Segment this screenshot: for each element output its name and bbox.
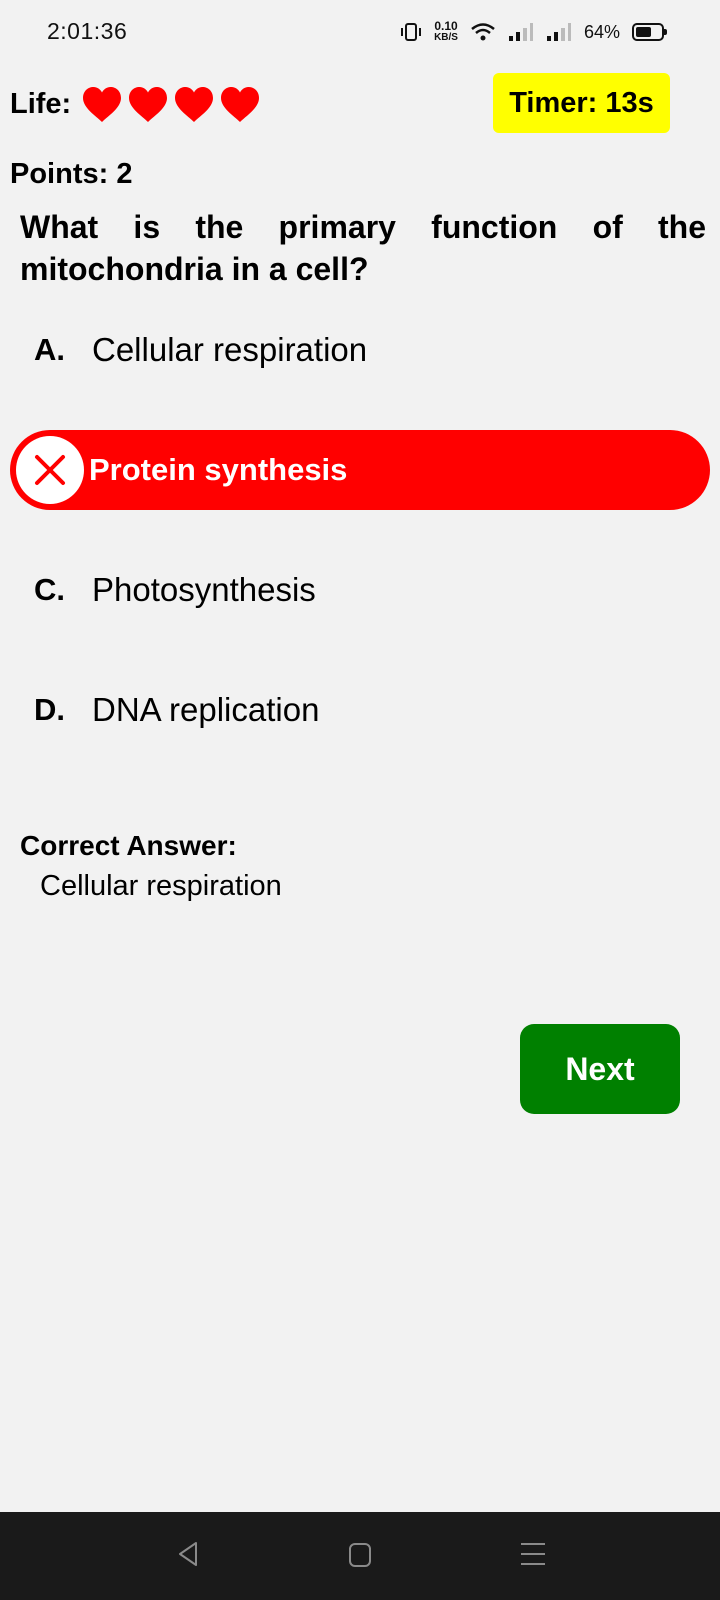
option-d[interactable]: D. DNA replication: [34, 680, 684, 740]
back-icon[interactable]: [176, 1540, 200, 1568]
recents-icon[interactable]: [520, 1541, 546, 1567]
heart-icon: [221, 87, 259, 122]
option-text: Protein synthesis: [89, 452, 348, 487]
status-icons: 0.10 KB/S 64%: [400, 18, 667, 46]
points-label: Points: 2: [10, 158, 133, 190]
option-b-wrong[interactable]: Protein synthesis: [10, 430, 710, 510]
home-icon[interactable]: [348, 1542, 372, 1568]
question-text: What is the primary function of the mito…: [20, 209, 706, 287]
option-letter: A.: [34, 332, 65, 367]
network-speed-unit: KB/S: [434, 32, 458, 43]
battery-fill: [636, 27, 652, 37]
battery-percent: 64%: [583, 21, 620, 42]
next-button[interactable]: Next: [520, 1024, 680, 1114]
network-speed: 0.10 KB/S: [434, 19, 458, 43]
close-icon: [35, 455, 65, 485]
life-label: Life:: [10, 88, 72, 120]
status-bar: 2:01:36 0.10 KB/S 64%: [0, 0, 720, 64]
option-letter: D.: [34, 692, 65, 727]
wrong-answer-badge: [16, 436, 84, 504]
option-c[interactable]: C. Photosynthesis: [34, 560, 684, 620]
correct-answer-value: Cellular respiration: [40, 870, 282, 902]
option-text: Cellular respiration: [92, 331, 368, 368]
status-time: 2:01:36: [47, 18, 128, 44]
option-letter: C.: [34, 572, 65, 607]
option-a[interactable]: A. Cellular respiration: [34, 320, 684, 380]
correct-answer-label: Correct Answer:: [20, 830, 237, 861]
network-speed-value: 0.10: [434, 19, 458, 33]
option-text: DNA replication: [92, 691, 320, 728]
signal-icon: [508, 23, 533, 41]
heart-icon: [175, 87, 213, 122]
option-text: Photosynthesis: [92, 571, 316, 608]
battery-icon: [632, 23, 667, 41]
wifi-icon: [471, 23, 495, 41]
heart-icon: [83, 87, 121, 122]
heart-icon: [129, 87, 167, 122]
signal-icon: [546, 23, 571, 41]
timer-badge: Timer: 13s: [493, 73, 670, 133]
vibrate-icon: [401, 23, 422, 41]
lives-hearts: [82, 86, 260, 124]
system-nav-bar: [0, 1512, 720, 1600]
